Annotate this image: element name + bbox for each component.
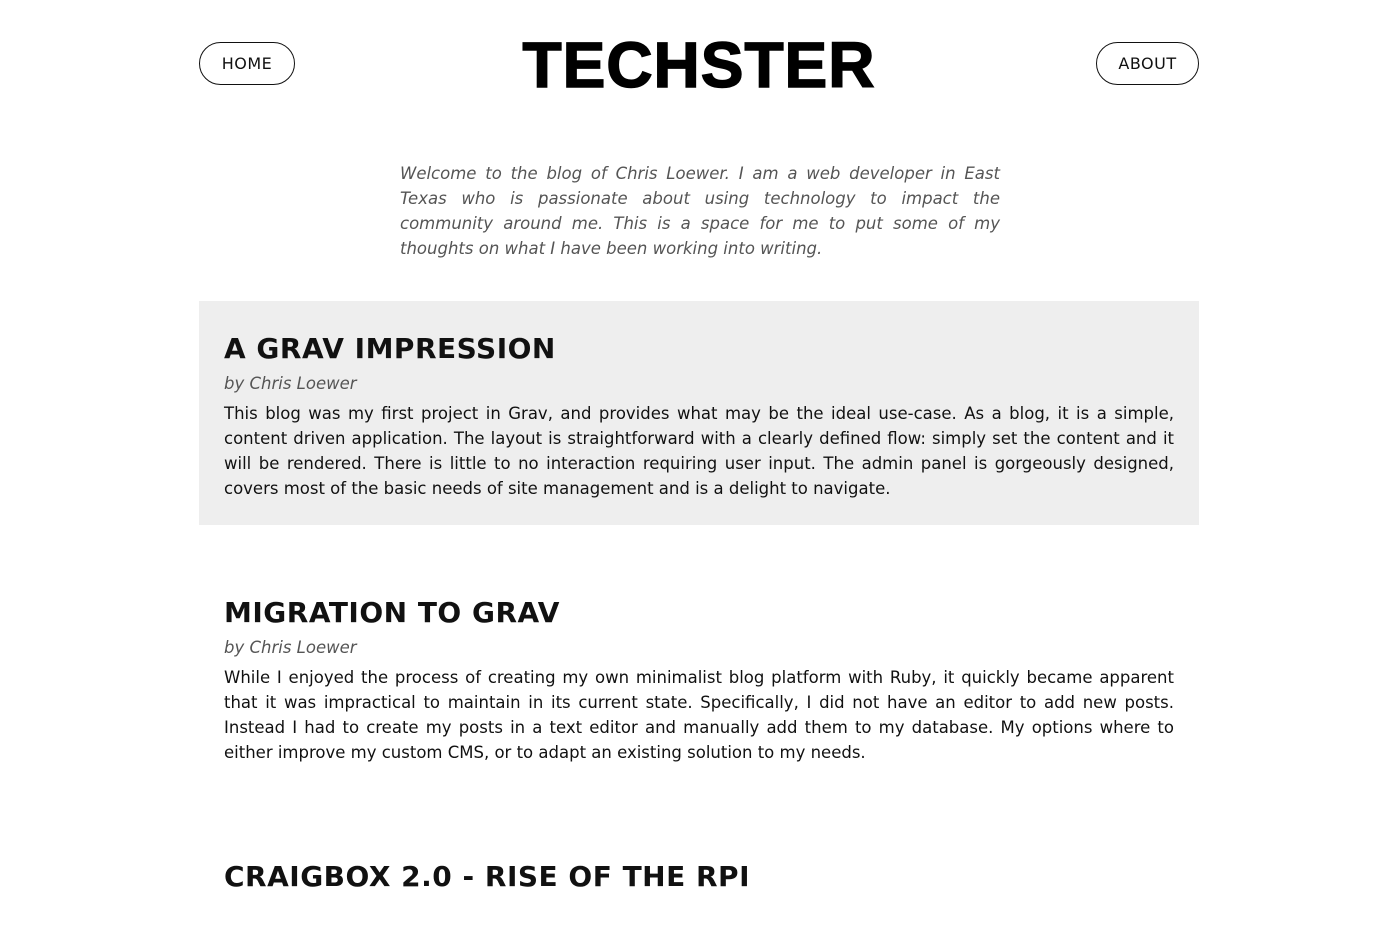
post-excerpt: This blog was my first project in Grav, … (224, 404, 1174, 498)
post-title[interactable]: MIGRATION TO GRAV (224, 593, 1174, 633)
post-author: by Chris Loewer (224, 638, 357, 657)
post-card[interactable]: MIGRATION TO GRAV by Chris Loewer While … (199, 565, 1199, 789)
about-button[interactable]: ABOUT (1096, 42, 1199, 85)
intro-text: Welcome to the blog of Chris Loewer. I a… (400, 164, 1000, 258)
site-header: HOME TECHSTER ABOUT (199, 29, 1199, 101)
post-title[interactable]: CRAIGBOX 2.0 - RISE OF THE RPI (224, 857, 1174, 897)
post-card[interactable]: A GRAV IMPRESSION by Chris Loewer This b… (199, 301, 1199, 525)
post-title[interactable]: A GRAV IMPRESSION (224, 329, 1174, 369)
post-author: by Chris Loewer (224, 374, 357, 393)
post-excerpt: While I enjoyed the process of creating … (224, 668, 1174, 762)
post-card[interactable]: CRAIGBOX 2.0 - RISE OF THE RPI (199, 829, 1199, 949)
site-title[interactable]: TECHSTER (199, 29, 1199, 101)
